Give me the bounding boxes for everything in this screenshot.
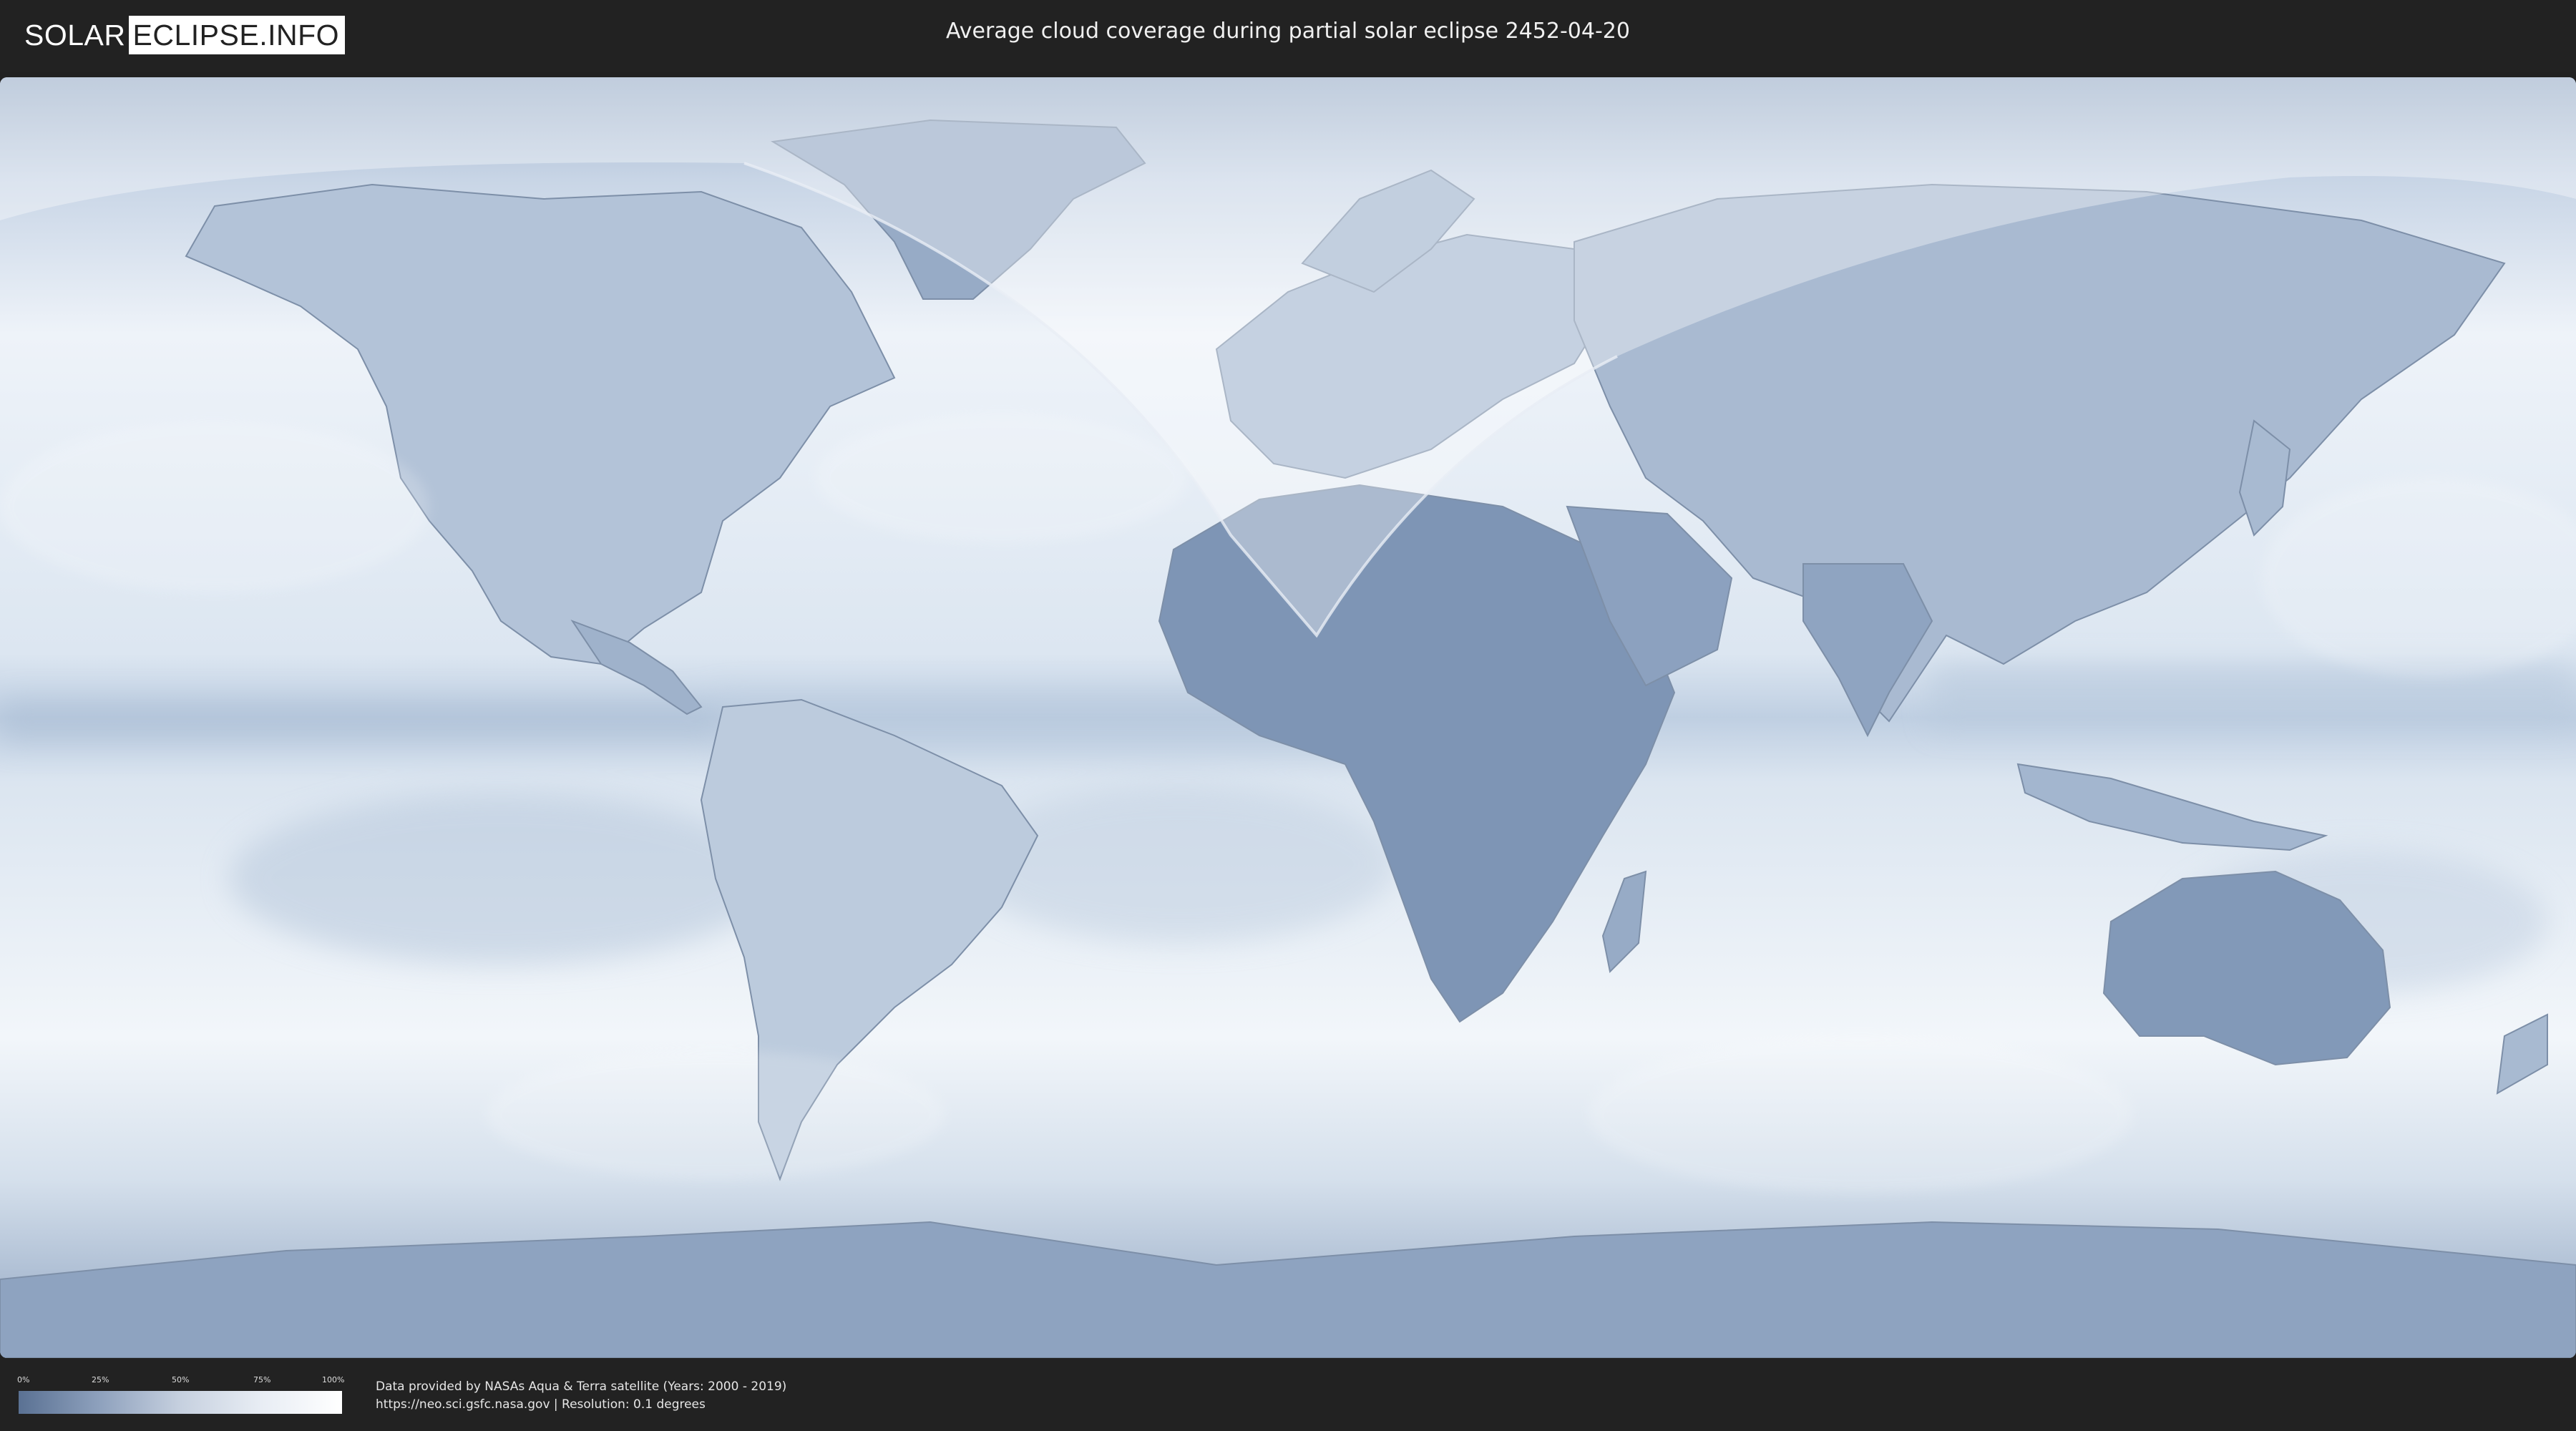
legend-tick-50: 50%: [172, 1375, 190, 1384]
data-credits: Data provided by NASAs Aqua & Terra sate…: [376, 1378, 786, 1414]
legend-tick-labels: 0% 25% 50% 75% 100%: [17, 1375, 345, 1385]
credits-url[interactable]: https://neo.sci.gsfc.nasa.gov | Resoluti…: [376, 1396, 786, 1414]
header-bar: SOLAR ECLIPSE.INFO Average cloud coverag…: [0, 0, 2576, 72]
legend-tick-25: 25%: [92, 1375, 109, 1384]
legend-tick-0: 0%: [17, 1375, 30, 1384]
cloud-coverage-map: [0, 77, 2576, 1358]
world-map-svg: [0, 77, 2576, 1358]
page-title: Average cloud coverage during partial so…: [946, 19, 1630, 44]
legend-color-bar: [19, 1391, 342, 1414]
legend-tick-75: 75%: [253, 1375, 271, 1384]
legend-tick-100: 100%: [322, 1375, 345, 1384]
credits-source: Data provided by NASAs Aqua & Terra sate…: [376, 1379, 787, 1394]
